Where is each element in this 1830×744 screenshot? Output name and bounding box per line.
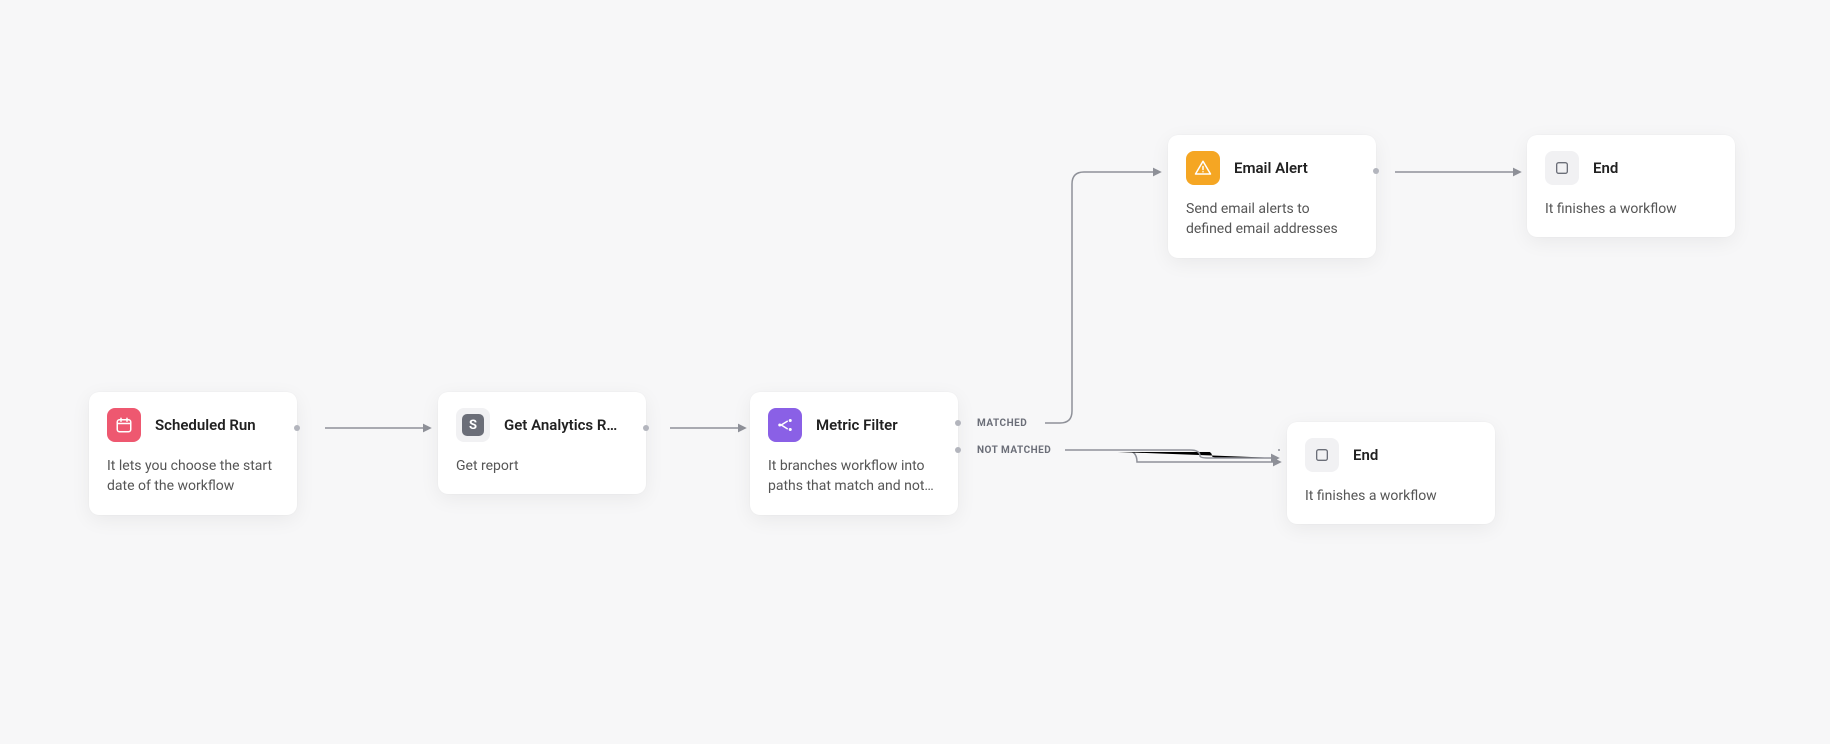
output-port-not-matched[interactable] <box>955 447 961 453</box>
node-description: It finishes a workflow <box>1305 486 1477 506</box>
node-title: Get Analytics R… <box>504 416 628 434</box>
node-end-top[interactable]: End It finishes a workflow <box>1527 135 1735 237</box>
connectors-layer <box>0 0 1830 744</box>
workflow-canvas[interactable]: Scheduled Run It lets you choose the sta… <box>0 0 1830 744</box>
node-end-bottom[interactable]: End It finishes a workflow <box>1287 422 1495 524</box>
branch-icon <box>768 408 802 442</box>
branch-label-not-matched: NOT MATCHED <box>977 445 1051 456</box>
connectors-layer-2 <box>0 0 1830 744</box>
node-title: Email Alert <box>1234 159 1358 177</box>
node-get-analytics[interactable]: S Get Analytics R… Get report <box>438 392 646 494</box>
end-icon <box>1305 438 1339 472</box>
end-icon <box>1545 151 1579 185</box>
source-icon: S <box>456 408 490 442</box>
node-title: End <box>1353 446 1477 464</box>
node-title: End <box>1593 159 1717 177</box>
alert-icon <box>1186 151 1220 185</box>
branch-label-matched: MATCHED <box>977 418 1027 429</box>
node-description: Send email alerts to defined email addre… <box>1186 199 1358 240</box>
output-port-matched[interactable] <box>955 420 961 426</box>
node-metric-filter[interactable]: Metric Filter It branches workflow into … <box>750 392 958 515</box>
node-title: Metric Filter <box>816 416 940 434</box>
node-email-alert[interactable]: Email Alert Send email alerts to defined… <box>1168 135 1376 258</box>
output-port[interactable] <box>643 425 649 431</box>
node-description: It branches workflow into paths that mat… <box>768 456 940 497</box>
node-description: It lets you choose the start date of the… <box>107 456 279 497</box>
calendar-icon <box>107 408 141 442</box>
node-description: Get report <box>456 456 628 476</box>
node-scheduled-run[interactable]: Scheduled Run It lets you choose the sta… <box>89 392 297 515</box>
node-description: It finishes a workflow <box>1545 199 1717 219</box>
output-port[interactable] <box>1373 168 1379 174</box>
output-port[interactable] <box>294 425 300 431</box>
node-title: Scheduled Run <box>155 416 279 434</box>
